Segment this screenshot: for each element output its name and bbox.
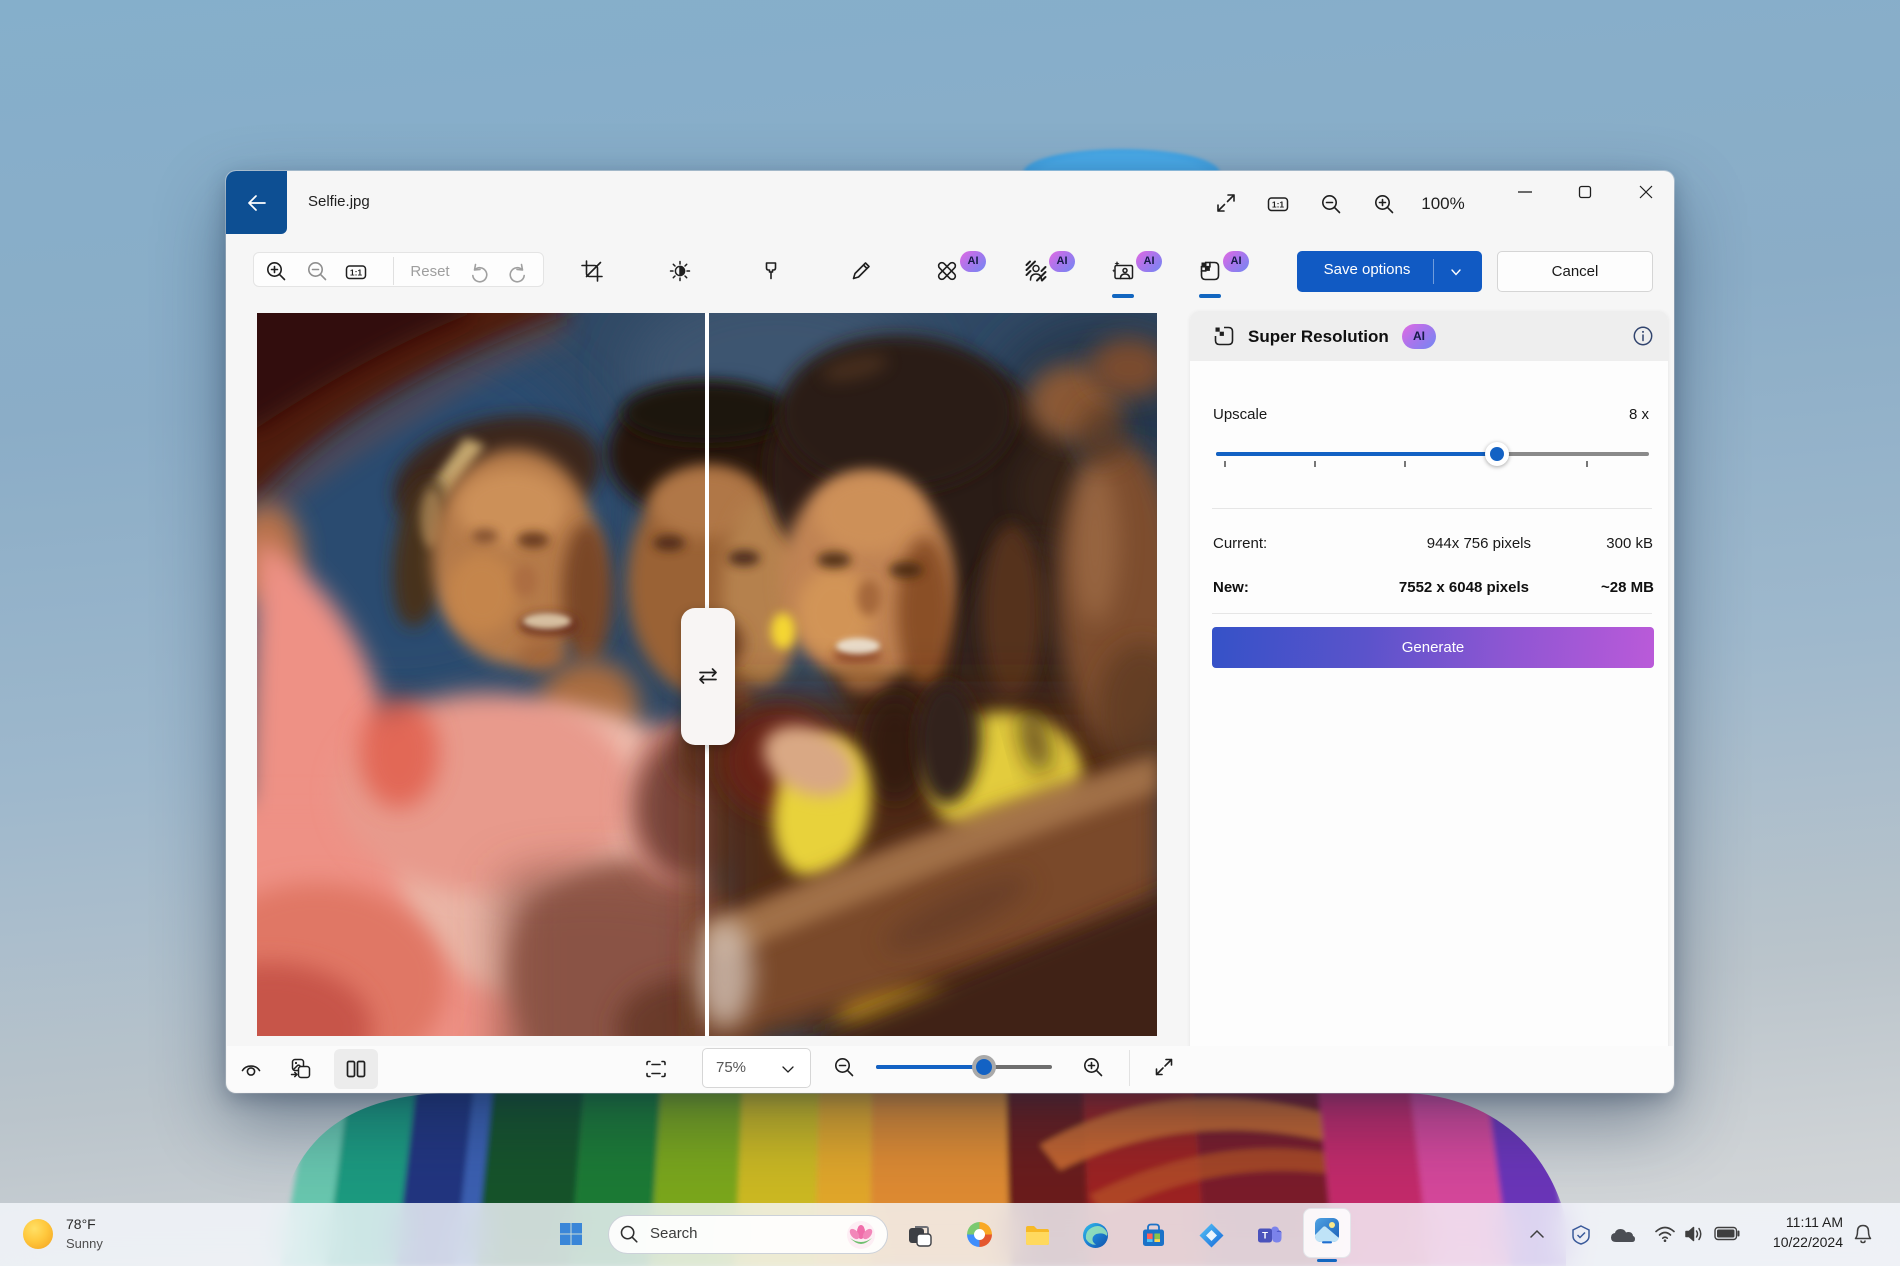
svg-text:1:1: 1:1 bbox=[1272, 200, 1285, 210]
svg-text:1:1: 1:1 bbox=[350, 268, 363, 278]
svg-text:T: T bbox=[1262, 1231, 1268, 1242]
